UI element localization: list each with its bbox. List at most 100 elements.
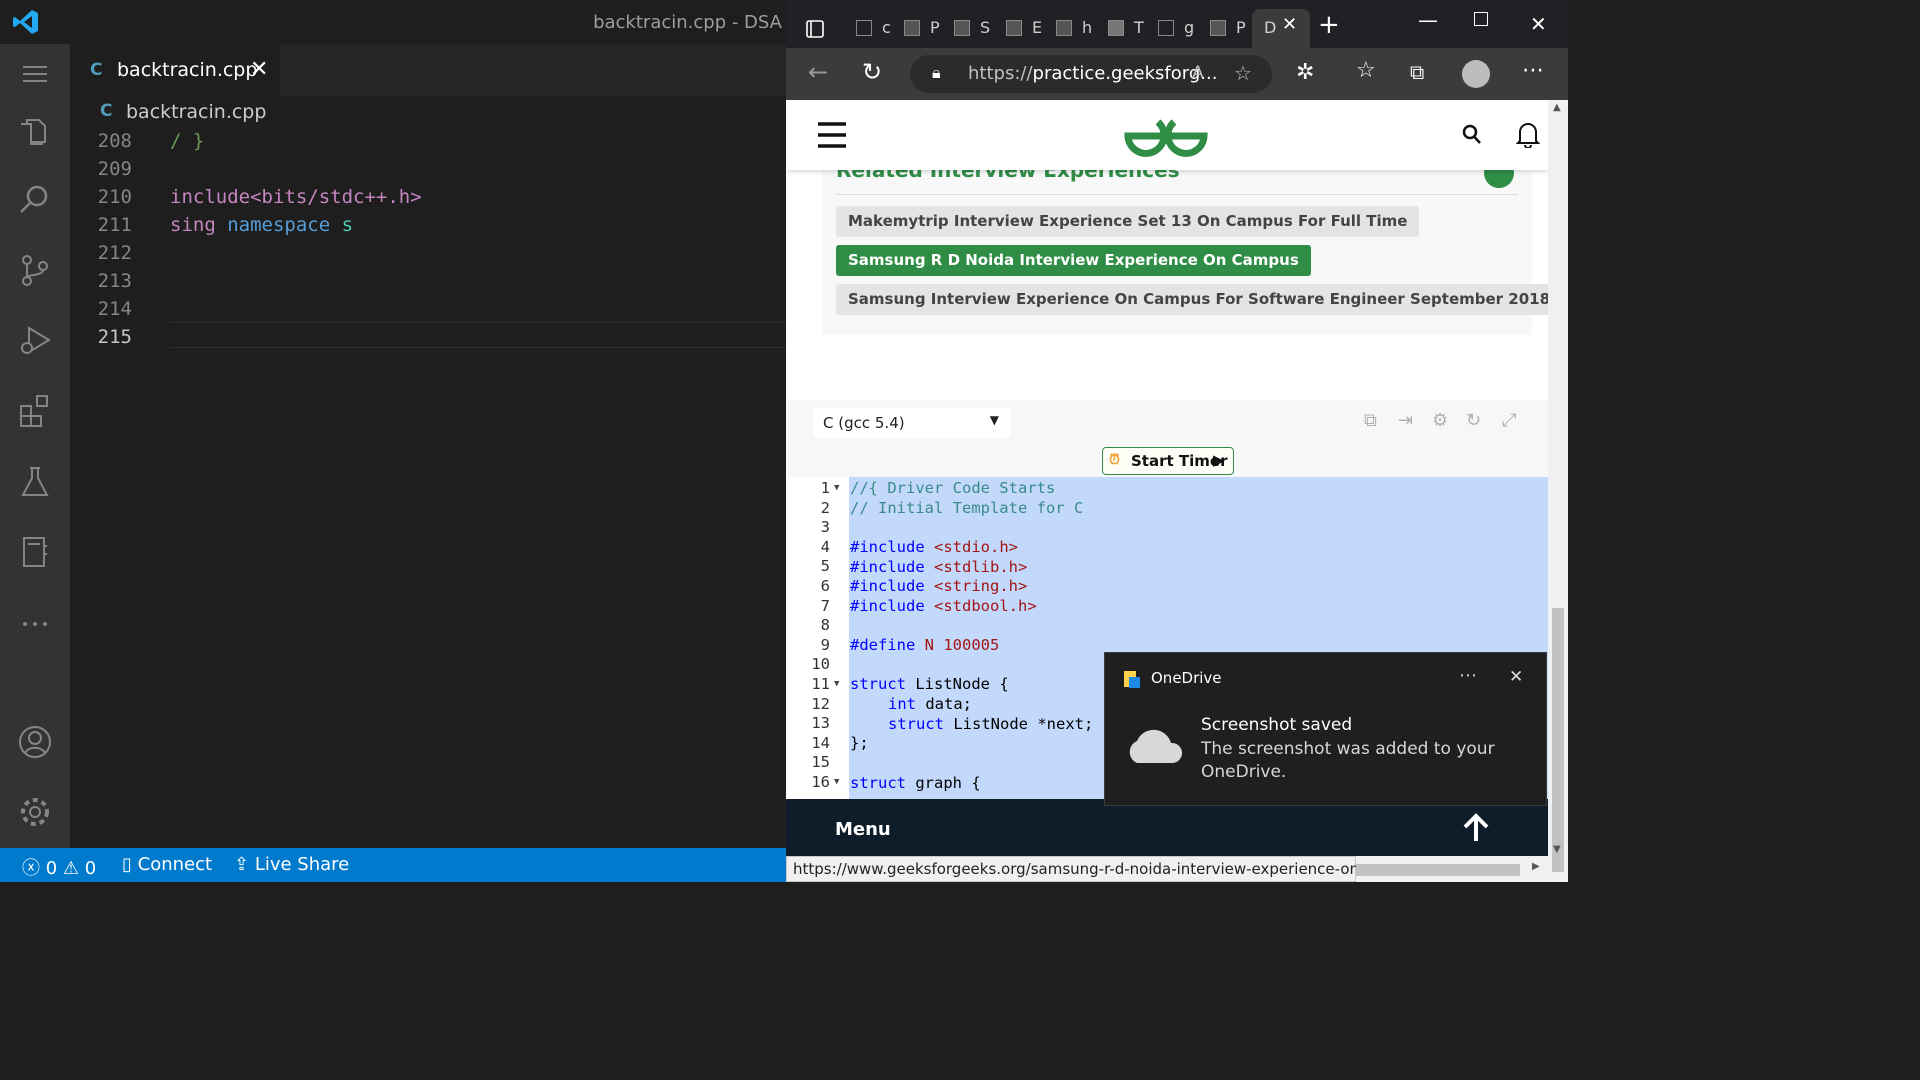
refresh-icon[interactable]: ↻: [862, 58, 882, 86]
run-debug-icon[interactable]: [17, 322, 53, 358]
related-link-samsung-noida[interactable]: Samsung R D Noida Interview Experience O…: [836, 245, 1311, 276]
tab-favicon-icon[interactable]: [954, 20, 970, 36]
reset-icon[interactable]: ↻: [1466, 410, 1481, 431]
browser-tab-label[interactable]: h: [1082, 18, 1092, 37]
minimize-icon[interactable]: —: [1418, 8, 1438, 32]
favorites-icon[interactable]: ☆: [1356, 58, 1376, 83]
browser-tab-strip: cPSEhTgPD ✕ + — ✕: [786, 0, 1568, 48]
close-window-icon[interactable]: ✕: [1530, 12, 1547, 36]
notification-bell-icon[interactable]: [1516, 120, 1540, 148]
cloud-icon: [1129, 729, 1183, 763]
tab-favicon-icon[interactable]: [1108, 20, 1124, 36]
scroll-down-icon[interactable]: ▼: [1553, 844, 1561, 855]
extensions-icon[interactable]: ✲: [1296, 60, 1314, 85]
arrow-up-icon[interactable]: [1462, 813, 1490, 843]
scroll-right-icon[interactable]: ▶: [1532, 861, 1540, 872]
fold-chevron-icon[interactable]: ▼: [834, 679, 839, 689]
scroll-up-icon[interactable]: ▲: [1553, 102, 1561, 113]
link-status-url: https://www.geeksforgeeks.org/samsung-r-…: [786, 856, 1428, 882]
more-icon[interactable]: [17, 606, 53, 642]
onedrive-notification[interactable]: OneDrive ⋯ ✕ Screenshot saved The screen…: [1104, 652, 1547, 806]
account-icon[interactable]: [17, 724, 53, 760]
menu-icon[interactable]: [17, 56, 53, 92]
browser-tab-label[interactable]: T: [1134, 18, 1144, 37]
browser-tab-label[interactable]: g: [1184, 18, 1194, 37]
tab-favicon-icon[interactable]: [1006, 20, 1022, 36]
tab-favicon-icon[interactable]: [856, 20, 872, 36]
gutter-line-number: 14: [811, 733, 830, 752]
fold-chevron-icon[interactable]: ▼: [834, 777, 839, 787]
code-line-12: int data;: [888, 695, 972, 713]
gfg-logo[interactable]: [1124, 112, 1208, 158]
close-icon[interactable]: ✕: [1509, 667, 1523, 687]
browser-tab-label[interactable]: S: [980, 18, 990, 37]
tab-actions-icon[interactable]: [806, 20, 824, 38]
search-icon[interactable]: [17, 182, 53, 218]
back-icon[interactable]: ←: [808, 58, 828, 86]
address-bar[interactable]: 🔒︎ https://practice.geeksforg... A ☆: [910, 55, 1272, 93]
source-control-icon[interactable]: [17, 252, 53, 288]
browser-tab-label[interactable]: c: [882, 18, 891, 37]
editor-tab-backtracin[interactable]: C backtracin.cpp ✕: [70, 44, 280, 96]
close-icon[interactable]: ✕: [1282, 14, 1297, 35]
code-line-6: #include <string.h>: [850, 577, 1028, 595]
settings-gear-icon[interactable]: [17, 794, 53, 830]
search-icon[interactable]: [1462, 124, 1482, 146]
browser-tab-label[interactable]: E: [1032, 18, 1042, 37]
code-line-1: //{ Driver Code Starts: [850, 479, 1056, 497]
code-editor[interactable]: 208 / } 209 210 include<bits/stdc++.h> 211 sin…: [70, 128, 786, 848]
horizontal-scrollbar[interactable]: ▶: [1356, 856, 1548, 882]
new-tab-icon[interactable]: +: [1318, 10, 1340, 40]
fold-chevron-icon[interactable]: ▼: [834, 483, 839, 493]
breadcrumb-file[interactable]: backtracin.cpp: [126, 101, 266, 123]
testing-icon[interactable]: [17, 464, 53, 500]
start-timer-button[interactable]: ⏰︎ Start Timer ▶: [1102, 447, 1234, 475]
gutter-line-number: 12: [811, 694, 830, 713]
notebook-icon[interactable]: [17, 534, 53, 570]
problems-indicator[interactable]: ⓧ 0 ⚠ 0: [22, 854, 96, 880]
browser-tab-label[interactable]: D: [1264, 18, 1276, 37]
more-options-icon[interactable]: ⋯: [1459, 665, 1477, 686]
tab-favicon-icon[interactable]: [1056, 20, 1072, 36]
warning-count: 0: [84, 858, 97, 879]
lock-icon[interactable]: 🔒︎: [932, 63, 941, 83]
add-favorite-icon[interactable]: ☆: [1234, 61, 1252, 85]
fullscreen-icon[interactable]: ⤢: [1502, 410, 1516, 431]
breadcrumb: C backtracin.cpp: [70, 96, 786, 128]
tab-favicon-icon[interactable]: [1210, 20, 1226, 36]
live-share-button[interactable]: ⇪ Live Share: [234, 854, 349, 875]
scrollbar-thumb[interactable]: [1356, 864, 1520, 876]
extensions-icon[interactable]: [17, 392, 53, 428]
tab-favicon-icon[interactable]: [904, 20, 920, 36]
connect-button[interactable]: ▯ Connect: [122, 854, 212, 875]
line-number: 210: [97, 186, 132, 208]
language-select[interactable]: C (gcc 5.4) ▼: [813, 408, 1011, 438]
browser-tab-active[interactable]: [1252, 9, 1310, 48]
explorer-icon[interactable]: [17, 112, 53, 148]
settings-more-icon[interactable]: ⋯: [1522, 58, 1544, 83]
related-link-makemytrip[interactable]: Makemytrip Interview Experience Set 13 O…: [836, 206, 1420, 237]
gutter-line-number: 15: [811, 753, 830, 772]
hamburger-menu-icon[interactable]: [816, 120, 848, 150]
menu-label[interactable]: Menu: [835, 819, 891, 840]
page-scrollbar[interactable]: ▲ ▼: [1548, 100, 1568, 882]
code-line: sing namespace s: [170, 214, 354, 236]
gutter-line-number: 5: [820, 557, 830, 576]
import-icon[interactable]: ⇥: [1398, 410, 1413, 431]
profile-avatar[interactable]: [1462, 60, 1490, 88]
collections-icon[interactable]: ⧉: [1410, 60, 1424, 84]
copy-icon[interactable]: ⧉: [1364, 410, 1377, 431]
tab-label: backtracin.cpp: [117, 59, 258, 81]
read-aloud-icon[interactable]: A: [1192, 63, 1204, 83]
browser-tab-label[interactable]: P: [930, 18, 940, 37]
close-icon[interactable]: ✕: [250, 57, 268, 82]
settings-icon[interactable]: ⚙: [1432, 410, 1448, 431]
browser-tab-label[interactable]: P: [1236, 18, 1246, 37]
scrollbar-thumb[interactable]: [1552, 608, 1564, 872]
cpp-file-icon: C: [90, 60, 103, 80]
maximize-icon[interactable]: [1474, 12, 1488, 26]
share-icon: ⇪: [234, 854, 250, 875]
editor-toolbar: C (gcc 5.4) ▼ ⧉ ⇥ ⚙ ↻ ⤢ ⏰︎ Start Timer ▶: [786, 400, 1548, 478]
related-link-samsung-se[interactable]: Samsung Interview Experience On Campus F…: [836, 284, 1548, 315]
tab-favicon-icon[interactable]: [1158, 20, 1174, 36]
